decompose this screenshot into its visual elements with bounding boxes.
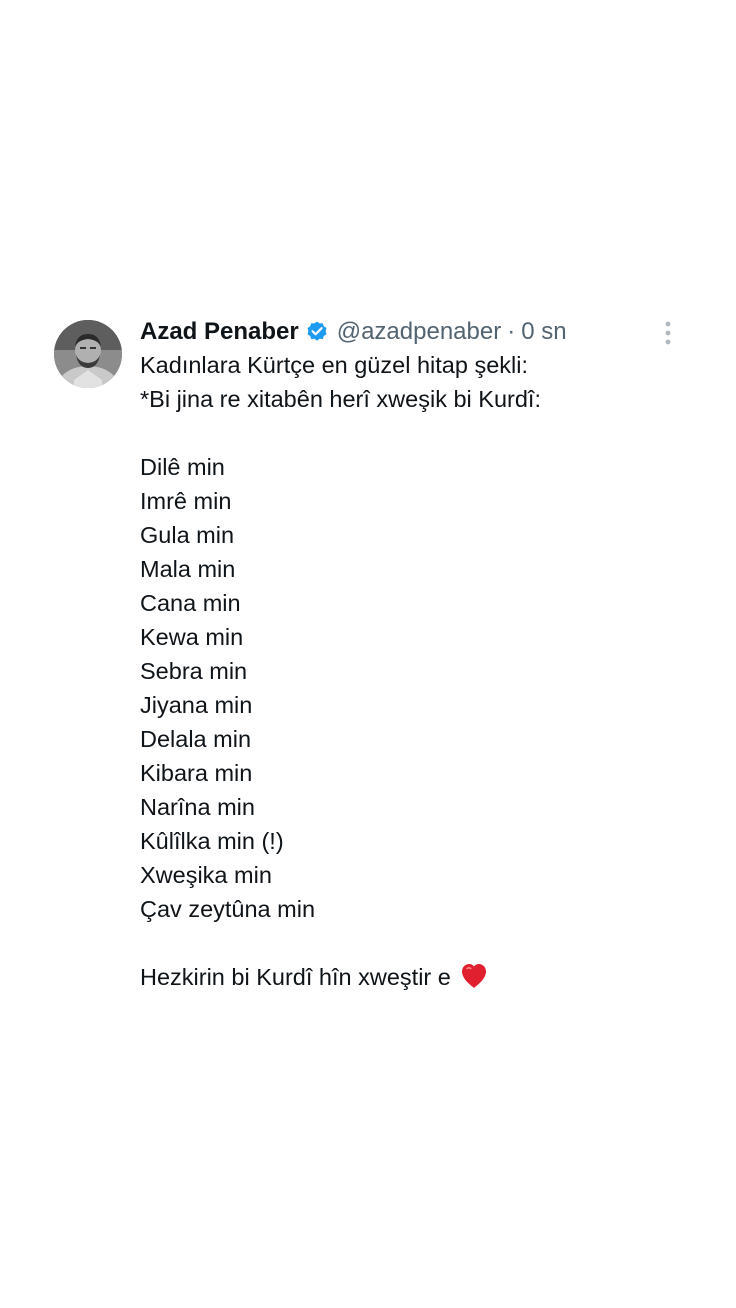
phrase-line: Kibara min <box>140 760 253 786</box>
author-display-name[interactable]: Azad Penaber <box>140 318 299 346</box>
phrase-line: Mala min <box>140 556 236 582</box>
phrase-line: Kewa min <box>140 624 244 650</box>
phrase-line: Dilê min <box>140 454 225 480</box>
tweet-text: Kadınlara Kürtçe en güzel hitap şekli: *… <box>140 348 700 994</box>
closing-line: Hezkirin bi Kurdî hîn xweştir e <box>140 960 700 994</box>
timestamp[interactable]: 0 sn <box>521 318 566 346</box>
phrase-line: Cana min <box>140 590 241 616</box>
more-vertical-icon[interactable] <box>658 320 678 346</box>
phrase-line: Sebra min <box>140 658 248 684</box>
phrase-line: Delala min <box>140 726 252 752</box>
phrase-line: Kûlîlka min (!) <box>140 828 284 854</box>
phrase-line: Xweşika min <box>140 862 272 888</box>
closing-text: Hezkirin bi Kurdî hîn xweştir e <box>140 964 451 990</box>
phrase-line: Jiyana min <box>140 692 253 718</box>
tweet-header: Azad Penaber @azadpenaber · 0 sn <box>140 314 567 350</box>
separator-dot: · <box>507 318 516 345</box>
intro-line: *Bi jina re xitabên herî xweşik bi Kurdî… <box>140 386 541 412</box>
phrase-line: Imrê min <box>140 488 232 514</box>
phrase-line: Gula min <box>140 522 235 548</box>
red-heart-icon <box>459 961 489 991</box>
phrase-line: Narîna min <box>140 794 255 820</box>
intro-line: Kadınlara Kürtçe en güzel hitap şekli: <box>140 352 528 378</box>
phrase-line: Çav zeytûna min <box>140 896 316 922</box>
avatar[interactable] <box>54 320 122 388</box>
verified-badge-icon <box>305 320 329 344</box>
author-handle[interactable]: @azadpenaber <box>337 318 501 346</box>
profile-photo <box>54 320 122 388</box>
